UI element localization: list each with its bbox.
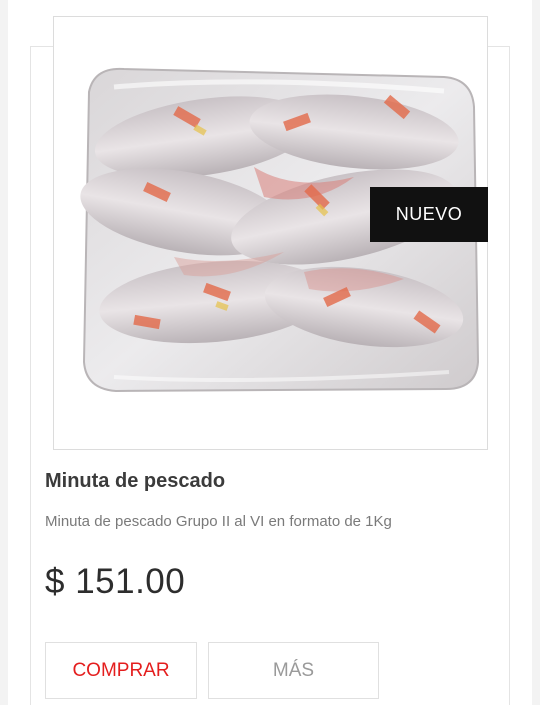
buy-button[interactable]: COMPRAR bbox=[45, 642, 197, 699]
new-badge: NUEVO bbox=[370, 187, 488, 242]
product-title[interactable]: Minuta de pescado bbox=[45, 470, 225, 493]
product-description: Minuta de pescado Grupo II al VI en form… bbox=[45, 513, 392, 530]
more-button[interactable]: MÁS bbox=[208, 642, 379, 699]
product-price: $ 151.00 bbox=[45, 562, 186, 601]
